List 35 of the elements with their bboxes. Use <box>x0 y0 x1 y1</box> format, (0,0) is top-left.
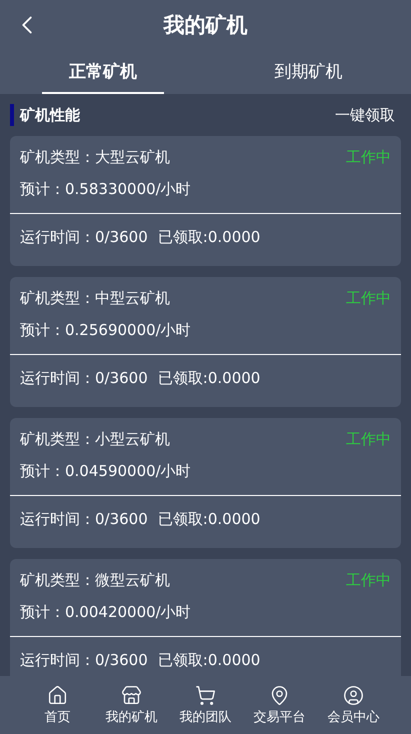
claimed-amount: 已领取:0.0000 <box>158 227 260 248</box>
nav-item[interactable]: 会员中心 <box>316 676 390 734</box>
claimed-amount: 已领取:0.0000 <box>158 368 260 389</box>
hourly-rate: 预计：0.58330000/小时 <box>20 179 192 200</box>
runtime: 运行时间：0/3600 <box>20 650 148 671</box>
hourly-rate: 预计：0.25690000/小时 <box>20 320 192 341</box>
section-title: 矿机性能 <box>10 104 80 126</box>
machine-type: 矿机类型：小型云矿机 <box>20 429 170 450</box>
hourly-rate: 预计：0.04590000/小时 <box>20 461 192 482</box>
shop-icon <box>121 684 142 706</box>
status-label: 工作中 <box>346 288 391 309</box>
status-label: 工作中 <box>346 570 391 591</box>
runtime: 运行时间：0/3600 <box>20 368 148 389</box>
hourly-rate: 预计：0.00420000/小时 <box>20 602 192 623</box>
nav-item[interactable]: 我的矿机 <box>94 676 168 734</box>
claimed-amount: 已领取:0.0000 <box>158 650 260 671</box>
page-title: 我的矿机 <box>164 12 248 39</box>
claim-all-button[interactable]: 一键领取 <box>335 106 395 124</box>
nav-item[interactable]: 我的团队 <box>168 676 242 734</box>
claimed-amount: 已领取:0.0000 <box>158 509 260 530</box>
home-icon <box>47 684 68 706</box>
user-icon <box>343 684 364 706</box>
cart-icon <box>195 684 216 706</box>
nav-item[interactable]: 首页 <box>20 676 94 734</box>
machine-type: 矿机类型：大型云矿机 <box>20 147 170 168</box>
tab[interactable]: 到期矿机 <box>247 50 370 94</box>
tab[interactable]: 正常矿机 <box>42 50 164 94</box>
location-pin-icon <box>269 684 290 706</box>
status-label: 工作中 <box>346 429 391 450</box>
runtime: 运行时间：0/3600 <box>20 509 148 530</box>
machine-type: 矿机类型：中型云矿机 <box>20 288 170 309</box>
machine-type: 矿机类型：微型云矿机 <box>20 570 170 591</box>
runtime: 运行时间：0/3600 <box>20 227 148 248</box>
nav-item[interactable]: 交易平台 <box>242 676 316 734</box>
status-label: 工作中 <box>346 147 391 168</box>
